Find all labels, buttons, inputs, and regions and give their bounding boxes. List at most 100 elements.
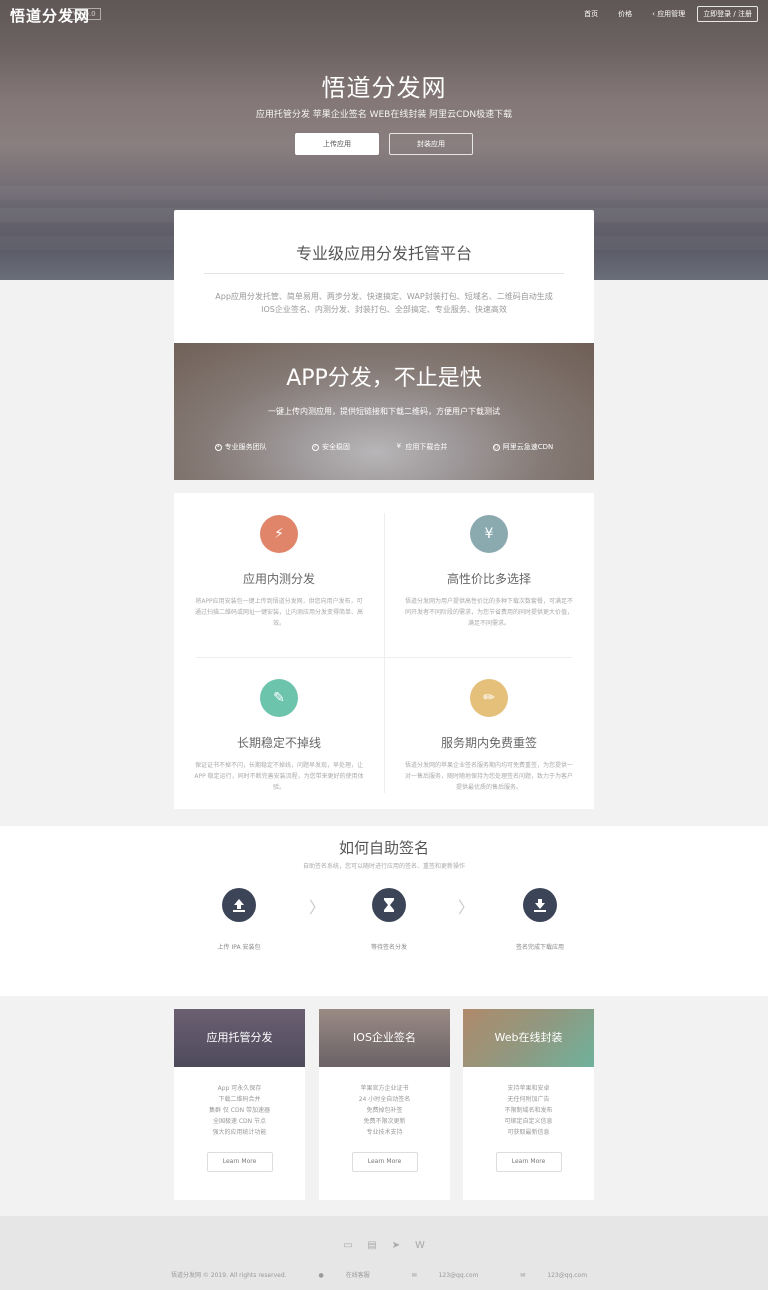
feature-description: 悟道分发网为用户提供高性价比的多种下载次数套餐，可满足不同开发者不同阶段的需求，… (404, 598, 573, 627)
nav-item-home[interactable]: 首页 (584, 9, 598, 19)
hero-stripe (0, 186, 768, 200)
badge-secure: ✓ 安全稳固 (312, 442, 350, 452)
hero-title: 悟道分发网 (321, 74, 447, 102)
banner-subtitle: 一键上传内测应用，提供短链接和下载二维码，方便用户下载测试 (268, 407, 500, 416)
shield-icon: ✓ (312, 443, 320, 451)
platform-card: 专业级应用分发托管平台 App应用分发托管、简单易用、两步分发、快速搞定、WAP… (174, 210, 594, 344)
cloud-icon: ○ (492, 443, 500, 451)
service-card: Web在线封装 支持苹果和安卓 无任何附加广告 不限制域名和发布 可绑定自定义信… (463, 1009, 594, 1200)
yen-icon: ¥ (396, 441, 402, 450)
chevron-right-icon: 〉 (458, 898, 475, 917)
service-features: 苹果官方企业证书 24 小时全自动签名 免费掉包补签 免费不限次更新 专业技术支… (319, 1083, 450, 1138)
platform-desc-line: App应用分发托管、简单易用、两步分发、快速搞定、WAP封装打包、短域名、二维码… (215, 292, 553, 301)
service-feature: 苹果官方企业证书 (360, 1085, 409, 1092)
footer-icons: ▭ ▤ ➤ W (0, 1241, 768, 1251)
service-features: App 可永久保存 下载二维码合并 集群 仅 CDN 带加速器 全国极速 CDN… (174, 1083, 305, 1138)
platform-title: 专业级应用分发托管平台 (295, 244, 472, 263)
mail-icon: ✉ (411, 1272, 417, 1279)
badge-cdn: ○ 阿里云急速CDN (492, 442, 554, 452)
feature-title: 高性价比多选择 (446, 572, 531, 586)
step-label: 签名完成下载应用 (515, 944, 564, 951)
feature-description: 悟道分发网的苹果企业签名服务期内均可免费重签，为您提供一对一售后服务，随时随地保… (404, 762, 573, 791)
service-card: 应用托管分发 App 可永久保存 下载二维码合并 集群 仅 CDN 带加速器 全… (174, 1009, 305, 1200)
service-feature: 下载二维码合并 (218, 1096, 261, 1103)
feature-title: 应用内测分发 (242, 572, 315, 586)
service-feature: 专业技术支持 (366, 1129, 403, 1136)
nav-item-label: 应用管理 (657, 10, 686, 18)
footer-email-label: 123@qq.com (547, 1272, 588, 1279)
service-title: IOS企业签名 (319, 1009, 450, 1067)
feature-item: ✎ 长期稳定不掉线 保证证书不掉不闪，长期稳定不掉线，问题早发现，早处理，让 A… (174, 679, 384, 793)
step-label: 上传 IPA 安装包 (217, 944, 261, 951)
package-app-button[interactable]: 封装应用 (389, 133, 473, 155)
platform-description: App应用分发托管、简单易用、两步分发、快速搞定、WAP封装打包、短域名、二维码… (198, 290, 570, 316)
footer-info: 悟道分发网 © 2019. All rights reserved. ● 在线客… (0, 1270, 768, 1279)
download-icon (523, 888, 557, 922)
nav-item-app-manage[interactable]: ‹ 应用管理 (652, 9, 685, 19)
monitor-icon[interactable]: ▭ (342, 1241, 354, 1251)
version-badge: V1.0.0 (68, 8, 101, 20)
yen-icon: ¥ (470, 515, 508, 553)
badge-label: 阿里云急速CDN (502, 443, 554, 451)
section-title: 如何自助签名 (338, 839, 429, 857)
service-feature: 免费掉包补签 (366, 1107, 403, 1114)
banner-badges: • 专业服务团队 ✓ 安全稳固 ¥ 应用下载合并 ○ 阿里云急速CDN (174, 442, 594, 452)
chevron-right-icon: 〉 (309, 898, 326, 917)
service-title: Web在线封装 (463, 1009, 594, 1067)
divider (196, 657, 572, 658)
platform-desc-line: IOS企业签名、内测分发、封装打包、全部搞定、专业服务、快速高效 (261, 305, 507, 314)
step-item: 上传 IPA 安装包 (179, 888, 299, 951)
service-feature: 全国极速 CDN 节点 (212, 1118, 267, 1125)
feature-item: ⚡ 应用内测分发 将APP应用安装包一键上传到悟道分发网，供您向用户发布，可通过… (174, 515, 384, 629)
user-icon: ● (318, 1272, 324, 1279)
how-to-sign-section: 如何自助签名 自助签名系统，您可以随时进行应用的签名、重签和更新操作 上传 IP… (0, 826, 768, 996)
service-feature: 可获取最新信息 (507, 1129, 550, 1136)
hourglass-icon (372, 888, 406, 922)
badge-merge: ¥ 应用下载合并 (395, 441, 448, 452)
service-feature: 强大的应用统计功能 (212, 1129, 267, 1136)
badge-team: • 专业服务团队 (214, 442, 267, 452)
hero-subtitle: 应用托管分发 苹果企业签名 WEB在线封装 阿里云CDN极速下载 (255, 110, 513, 120)
feature-item: ¥ 高性价比多选择 悟道分发网为用户提供高性价比的多种下载次数套餐，可满足不同开… (384, 515, 594, 629)
service-feature: 可绑定自定义信息 (504, 1118, 553, 1125)
feature-item: ✏ 服务期内免费重签 悟道分发网的苹果企业签名服务期内均可免费重签，为您提供一对… (384, 679, 594, 793)
feature-banner: APP分发，不止是快 一键上传内测应用，提供短链接和下载二维码，方便用户下载测试… (174, 343, 594, 480)
mail-icon: ✉ (520, 1272, 526, 1279)
footer-contact[interactable]: ● 在线客服 (309, 1272, 380, 1279)
badge-label: 应用下载合并 (405, 443, 448, 451)
footer-email-label: 123@qq.com (438, 1272, 479, 1279)
pencil-icon: ✏ (470, 679, 508, 717)
service-feature: 支持苹果和安卓 (507, 1085, 550, 1092)
step-item: 签名完成下载应用 (480, 888, 600, 951)
upload-app-button[interactable]: 上传应用 (295, 133, 379, 155)
learn-more-button[interactable]: Learn More (351, 1152, 418, 1172)
banner-title: APP分发，不止是快 (286, 366, 482, 391)
feature-description: 将APP应用安装包一键上传到悟道分发网，供您向用户发布，可通过扫描二维码或网址一… (194, 598, 363, 627)
feature-title: 服务期内免费重签 (440, 736, 537, 750)
footer-contact-label: 在线客服 (345, 1272, 370, 1279)
bolt-icon: ⚡ (260, 515, 298, 553)
team-icon: • (214, 443, 222, 451)
service-feature: 无任何附加广告 (507, 1096, 550, 1103)
service-feature: 集群 仅 CDN 带加速器 (208, 1107, 271, 1114)
learn-more-button[interactable]: Learn More (495, 1152, 562, 1172)
divider (204, 273, 564, 274)
edit-icon: ✎ (260, 679, 298, 717)
upload-icon (222, 888, 256, 922)
document-icon[interactable]: ▤ (366, 1241, 378, 1251)
service-feature: App 可永久保存 (217, 1085, 262, 1092)
service-features: 支持苹果和安卓 无任何附加广告 不限制域名和发布 可绑定自定义信息 可获取最新信… (463, 1083, 594, 1138)
footer-email[interactable]: ✉ 123@qq.com (402, 1272, 489, 1279)
w-icon[interactable]: W (414, 1241, 426, 1251)
feature-title: 长期稳定不掉线 (236, 736, 321, 750)
footer-email[interactable]: ✉ 123@qq.com (510, 1272, 597, 1279)
features-card: ⚡ 应用内测分发 将APP应用安装包一键上传到悟道分发网，供您向用户发布，可通过… (174, 493, 594, 809)
paper-plane-icon[interactable]: ➤ (390, 1241, 402, 1251)
service-feature: 24 小时全自动签名 (358, 1096, 411, 1103)
footer: ▭ ▤ ➤ W 悟道分发网 © 2019. All rights reserve… (0, 1216, 768, 1290)
badge-label: 安全稳固 (322, 443, 351, 451)
nav-item-pricing[interactable]: 价格 (618, 9, 632, 19)
step-item: 等待签名分发 (329, 888, 449, 951)
learn-more-button[interactable]: Learn More (206, 1152, 273, 1172)
login-register-button[interactable]: 立即登录 / 注册 (697, 6, 758, 22)
